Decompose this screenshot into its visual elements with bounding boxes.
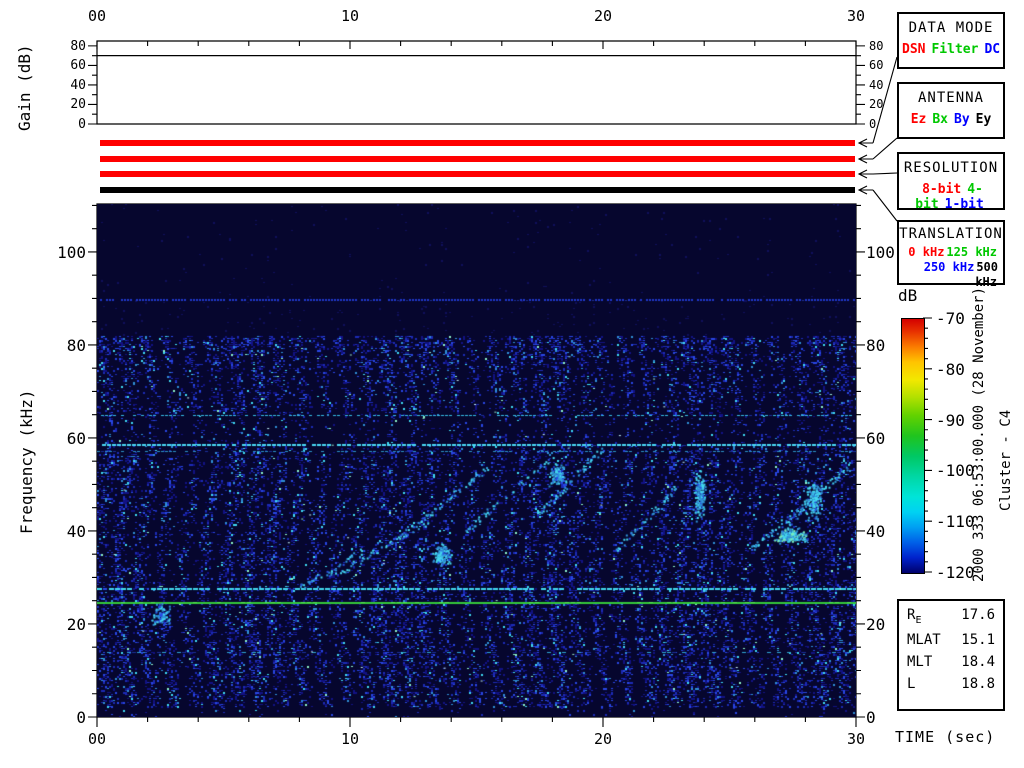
legend-item: Bx: [932, 112, 948, 127]
legend-title: TRANSLATION: [899, 226, 1003, 242]
legend-item: DSN: [902, 42, 926, 57]
freq-tick-label-right: 60: [866, 428, 886, 448]
freq-tick-label-left: 40: [66, 521, 86, 541]
freq-tick-label-right: 80: [866, 335, 886, 355]
colorbar-tick-label: -70: [936, 309, 965, 328]
status-bar: [100, 140, 855, 146]
gain-tick-label-right: 80: [869, 38, 884, 53]
legend-item: 500 kHz: [975, 260, 998, 289]
freq-tick-label-right: 20: [866, 614, 886, 634]
legend-row: 0 kHz 125 kHz: [899, 245, 998, 260]
gain-tick-label-right: 20: [869, 97, 884, 112]
gain-tick-label-right: 40: [869, 77, 884, 92]
gain-tick-label-right: 60: [869, 58, 884, 73]
top-time-tick-label: 10: [340, 7, 360, 25]
colorbar-tick-label: -110: [936, 512, 975, 532]
freq-tick-label-left: 0: [76, 708, 86, 727]
freq-tick-label-right: 100: [866, 242, 895, 262]
ephemeris-row: MLT 18.4: [899, 654, 1003, 670]
status-bar: [100, 171, 855, 177]
legend-title: DATA MODE: [908, 20, 994, 36]
gain-tick-label-left: 20: [70, 97, 86, 113]
legend-resolution: RESOLUTION 8-bit 4-bit 1-bit: [897, 152, 1005, 212]
gain-tick-label-left: 0: [78, 117, 86, 132]
ephemeris-label: MLT: [907, 653, 933, 670]
gain-tick-label-left: 40: [70, 77, 86, 93]
ephemeris-value: 18.8: [961, 675, 995, 692]
status-bar: [100, 187, 855, 193]
bottom-time-tick-label: 30: [846, 730, 866, 748]
freq-tick-label-right: 0: [866, 708, 876, 727]
status-bar: [100, 156, 855, 162]
legend-row: DSN Filter DC: [899, 42, 1003, 57]
freq-tick-label-left: 60: [66, 428, 86, 448]
ephemeris-value: 18.4: [961, 653, 995, 670]
gain-axis-label: Gain (dB): [15, 44, 34, 132]
wbd-spectrogram-display: Gain (dB) Frequency (kHz) DATA MODE DSN F…: [0, 0, 1024, 768]
legend-items: DSN Filter DC: [899, 42, 1003, 57]
legend-data-mode: DATA MODE DSN Filter DC: [897, 12, 1005, 69]
colorbar-tick-label: -80: [936, 359, 965, 379]
freq-tick-label-left: 20: [66, 614, 86, 634]
gain-tick-label-right: 0: [869, 117, 877, 131]
timestamp-text: 2000 333 06:53:00.000 (28 November): [971, 286, 987, 582]
colorbar-tick-label: -100: [936, 461, 975, 481]
top-time-tick-label: 20: [593, 7, 613, 25]
ephemeris-label: RE: [907, 607, 922, 626]
gain-tick-label-left: 80: [70, 38, 86, 54]
top-time-tick-label: 30: [846, 7, 866, 25]
colorbar-db-label: dB: [898, 286, 918, 305]
legend-antenna: ANTENNA Ez Bx By Ey: [897, 82, 1005, 139]
freq-tick-label-left: 80: [66, 335, 86, 355]
ephemeris-label: L: [907, 675, 916, 692]
bottom-time-tick-label: 20: [593, 730, 613, 748]
bottom-time-tick-label: 00: [87, 730, 107, 748]
gain-frame: [96, 40, 857, 125]
legend-items: 0 kHz 125 kHz 250 kHz 500 kHz: [899, 245, 1003, 290]
legend-item: 8-bit: [922, 182, 962, 197]
legend-items: 8-bit 4-bit 1-bit: [899, 182, 1003, 212]
legend-items: Ez Bx By Ey: [899, 112, 1003, 127]
legend-item: 125 kHz: [946, 245, 997, 259]
legend-item: Ez: [910, 112, 927, 127]
freq-tick-label-right: 40: [866, 521, 886, 541]
ephemeris-row: MLAT 15.1: [899, 632, 1003, 648]
top-time-tick-label: 00: [87, 7, 107, 25]
legend-item: 0 kHz: [908, 245, 945, 259]
colorbar-tick-label: -90: [936, 410, 965, 430]
legend-item: 1-bit: [944, 197, 984, 212]
ephemeris-row: L 18.8: [899, 676, 1003, 692]
legend-row: Ez Bx By Ey: [899, 112, 1003, 127]
ephemeris-value: 17.6: [961, 607, 995, 623]
legend-item: DC: [984, 42, 1001, 57]
legend-title: RESOLUTION: [903, 160, 999, 176]
time-axis-label: TIME (sec): [895, 728, 996, 746]
ephemeris-row: RE 17.6: [899, 607, 1003, 626]
spectrogram-canvas: [97, 204, 856, 717]
ephemeris-value: 15.1: [961, 631, 995, 648]
spacecraft-label: Cluster - C4: [998, 409, 1014, 511]
legend-translation: TRANSLATION 0 kHz 125 kHz 250 kHz 500 kHz: [897, 220, 1005, 289]
colorbar: [901, 318, 925, 574]
bottom-time-tick-label: 10: [340, 730, 360, 748]
freq-tick-label-left: 100: [57, 242, 86, 262]
legend-item: Ey: [975, 112, 992, 127]
legend-item: Filter: [931, 42, 979, 57]
legend-row: 8-bit 4-bit 1-bit: [899, 182, 1003, 212]
ephemeris-box: RE 17.6 MLAT 15.1 MLT 18.4 L 18.8: [897, 599, 1005, 711]
gain-tick-label-left: 60: [70, 58, 86, 74]
ephemeris-label: MLAT: [907, 631, 941, 648]
legend-title: ANTENNA: [917, 90, 984, 106]
frequency-axis-label: Frequency (kHz): [17, 389, 36, 535]
colorbar-tick-label: -120: [936, 563, 975, 582]
legend-item: By: [954, 112, 970, 127]
legend-item: 250 kHz: [923, 260, 975, 274]
